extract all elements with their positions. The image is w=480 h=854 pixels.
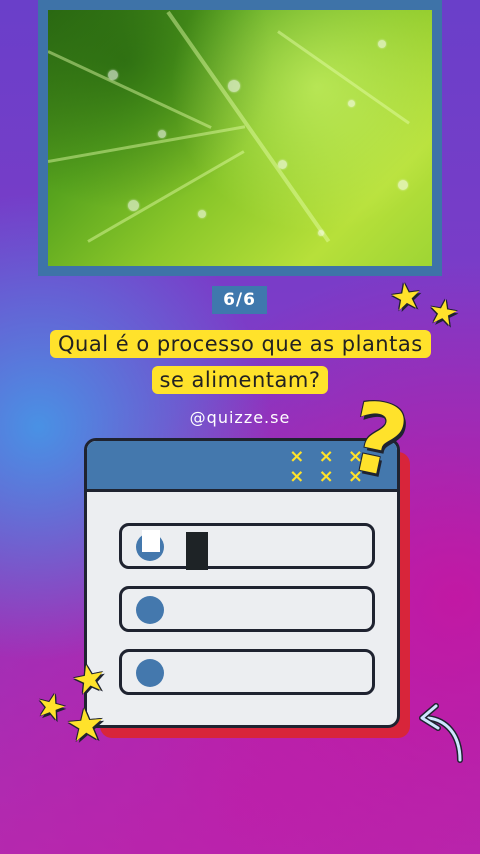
star-icon: ★ [387,274,425,321]
star-icon: ★ [63,698,108,753]
star-icon: ★ [424,290,462,336]
water-drop [128,200,139,211]
water-drop [158,130,166,138]
redacted-mark [186,532,208,570]
question-counter: 6/6 [212,286,267,314]
water-drop [318,230,324,236]
water-drop [278,160,287,169]
option-radio[interactable] [136,659,164,687]
water-drop [348,100,355,107]
redacted-mark [142,530,160,552]
option-radio[interactable] [136,596,164,624]
water-drop [378,40,386,48]
water-drop [108,70,118,80]
water-drop [198,210,206,218]
leaf-vein [277,30,410,125]
leaf-photo [48,10,432,266]
answer-option-1[interactable] [119,523,375,570]
answer-option-3[interactable] [119,649,375,695]
water-drop [228,80,240,92]
leaf-vein [87,150,245,243]
answer-option-2[interactable] [119,586,375,632]
question-image-frame [38,0,442,276]
leaf-vein [48,50,212,129]
leaf-vein [166,10,331,243]
leaf-vein [48,125,246,163]
water-drop [398,180,408,190]
curved-arrow-icon [419,703,463,763]
